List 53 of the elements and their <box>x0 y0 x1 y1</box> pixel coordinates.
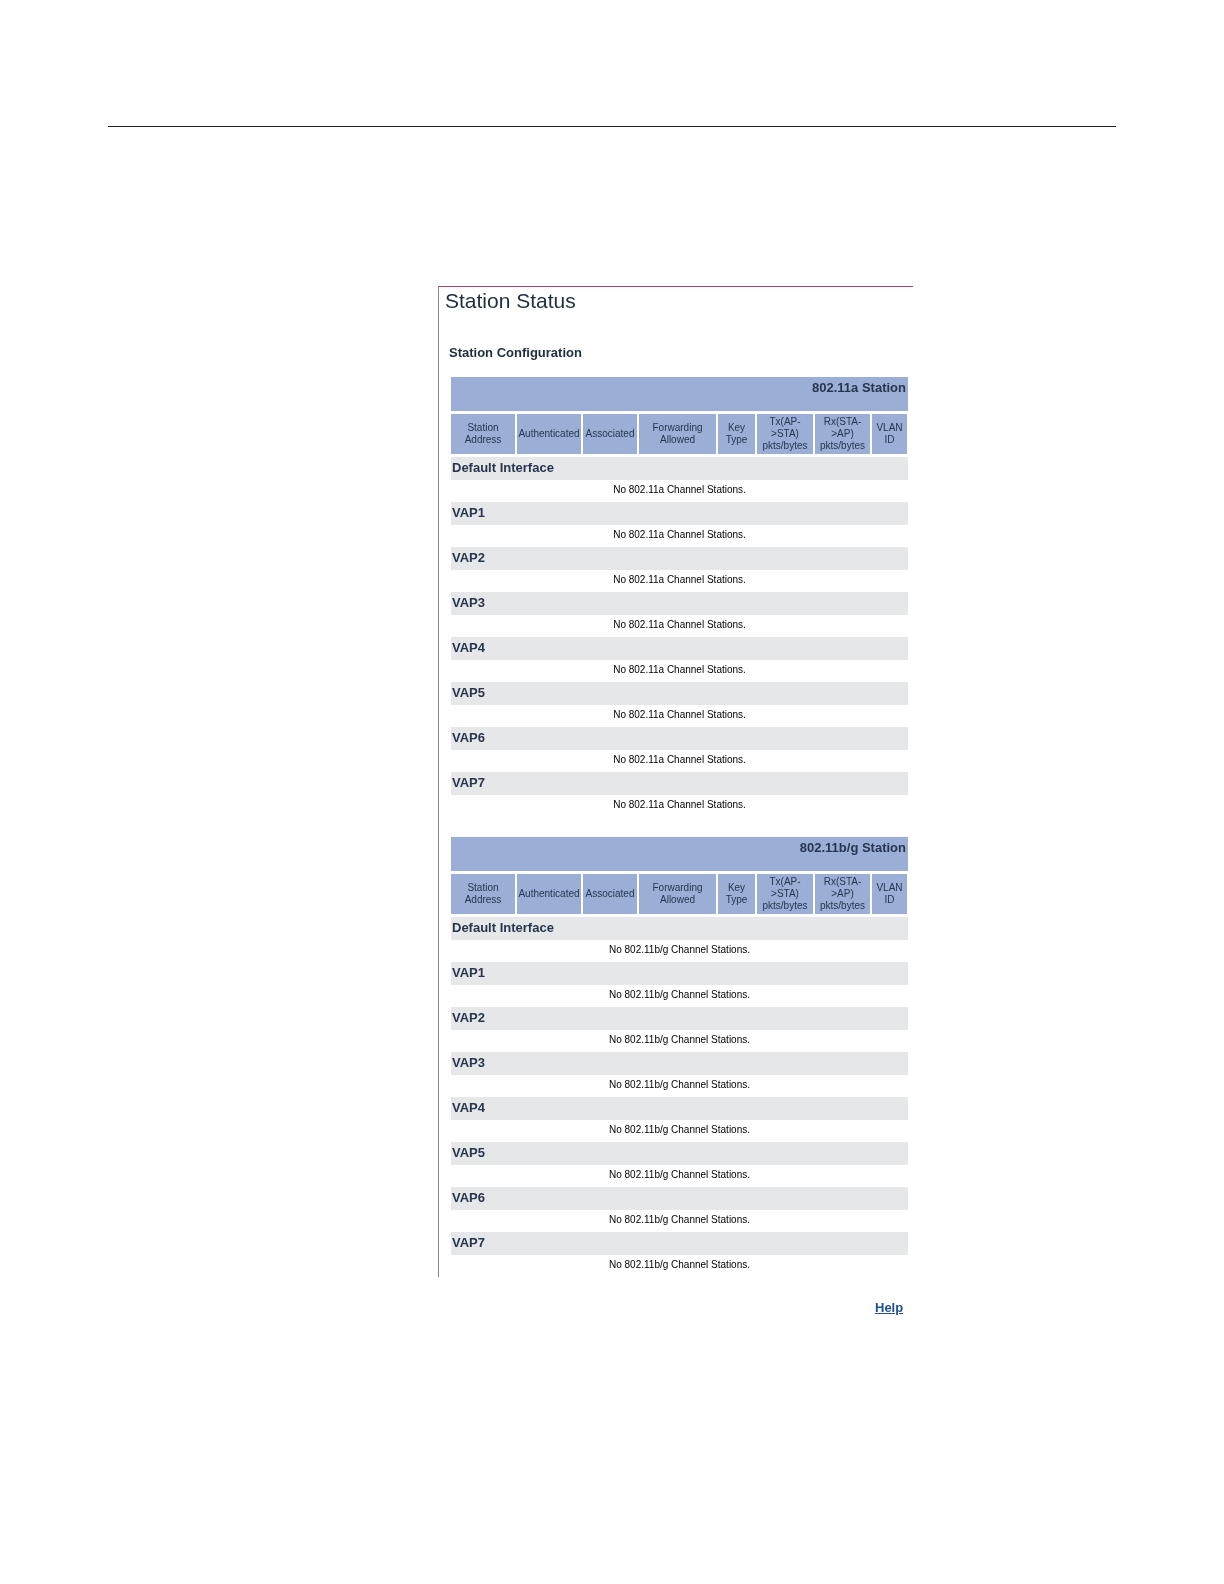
column-header: Forwarding Allowed <box>639 413 716 454</box>
empty-message: No 802.11b/g Channel Stations. <box>608 1258 751 1272</box>
column-header: Associated <box>583 873 637 914</box>
column-header: Key Type <box>718 873 755 914</box>
column-header: Station Address <box>451 873 515 914</box>
column-header: Forwarding Allowed <box>639 873 716 914</box>
empty-message: No 802.11a Channel Stations. <box>612 618 747 632</box>
group-heading: Default Interface <box>451 916 908 940</box>
group-heading: VAP3 <box>451 591 908 615</box>
empty-message: No 802.11b/g Channel Stations. <box>608 1033 751 1047</box>
section-subtitle: Station Configuration <box>449 344 583 362</box>
column-header: Associated <box>583 413 637 454</box>
column-header: Tx(AP- >STA) pkts/bytes <box>757 873 813 914</box>
group-heading: VAP3 <box>451 1051 908 1075</box>
group-heading: VAP1 <box>451 961 908 985</box>
empty-message: No 802.11a Channel Stations. <box>612 663 747 677</box>
column-header: Tx(AP- >STA) pkts/bytes <box>757 413 813 454</box>
column-header: Station Address <box>451 413 515 454</box>
group-heading: VAP2 <box>451 1006 908 1030</box>
empty-message: No 802.11b/g Channel Stations. <box>608 1168 751 1182</box>
group-heading: VAP2 <box>451 546 908 570</box>
empty-message: No 802.11a Channel Stations. <box>612 708 747 722</box>
group-heading: VAP4 <box>451 1096 908 1120</box>
group-heading: Default Interface <box>451 456 908 480</box>
empty-message: No 802.11a Channel Stations. <box>612 573 747 587</box>
group-heading: VAP7 <box>451 771 908 795</box>
help-link[interactable]: Help <box>875 1299 904 1315</box>
column-header: Authenticated <box>517 873 581 914</box>
section-title-bar: 802.11a Station <box>451 376 908 411</box>
group-heading: VAP5 <box>451 1141 908 1165</box>
empty-message: No 802.11b/g Channel Stations. <box>608 1123 751 1137</box>
column-header: Key Type <box>718 413 755 454</box>
group-heading: VAP1 <box>451 501 908 525</box>
empty-message: No 802.11b/g Channel Stations. <box>608 1078 751 1092</box>
group-heading: VAP7 <box>451 1231 908 1255</box>
section-title-bar: 802.11b/g Station <box>451 836 908 871</box>
column-header: VLAN ID <box>872 413 907 454</box>
column-header: Rx(STA- >AP) pkts/bytes <box>815 873 870 914</box>
group-heading: VAP6 <box>451 726 908 750</box>
page-title: Station Status <box>445 288 577 314</box>
column-header: Rx(STA- >AP) pkts/bytes <box>815 413 870 454</box>
column-header: VLAN ID <box>872 873 907 914</box>
empty-message: No 802.11b/g Channel Stations. <box>608 943 751 957</box>
empty-message: No 802.11a Channel Stations. <box>612 528 747 542</box>
group-heading: VAP4 <box>451 636 908 660</box>
empty-message: No 802.11a Channel Stations. <box>612 798 747 812</box>
empty-message: No 802.11a Channel Stations. <box>612 753 747 767</box>
column-header: Authenticated <box>517 413 581 454</box>
group-heading: VAP5 <box>451 681 908 705</box>
empty-message: No 802.11a Channel Stations. <box>612 483 747 497</box>
empty-message: No 802.11b/g Channel Stations. <box>608 1213 751 1227</box>
group-heading: VAP6 <box>451 1186 908 1210</box>
empty-message: No 802.11b/g Channel Stations. <box>608 988 751 1002</box>
